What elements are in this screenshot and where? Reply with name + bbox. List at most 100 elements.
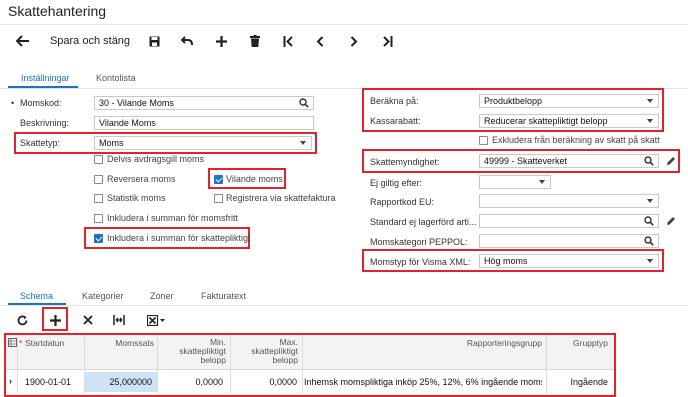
momskod-label: Momskod: [20, 98, 62, 108]
undo-icon [181, 36, 193, 46]
col-max[interactable]: Max. skattepliktigt belopp [232, 338, 298, 365]
reversera-checkbox[interactable] [94, 175, 103, 184]
statistik-checkbox[interactable] [94, 194, 103, 203]
grid-delete-button[interactable] [80, 311, 96, 329]
kassarabatt-label: Kassarabatt: [370, 116, 421, 126]
standard-label: Standard ej lagerförd arti... [370, 217, 477, 227]
statistik-label: Statistik moms [107, 193, 166, 203]
trash-icon [250, 35, 260, 47]
search-icon[interactable] [644, 236, 654, 246]
standard-field[interactable] [479, 214, 659, 228]
momskod-field[interactable]: 30 - Vilande Moms [94, 96, 314, 110]
beskrivning-field[interactable]: Vilande Moms [94, 116, 314, 130]
col-min-line3: belopp [200, 355, 226, 365]
tab-fakturatext[interactable]: Fakturatext [201, 291, 246, 301]
undo-button[interactable] [179, 32, 195, 50]
vilande-label: Vilande moms [226, 174, 283, 184]
floppy-disk-icon [149, 36, 159, 46]
excel-export-icon [147, 314, 165, 326]
skattemyndighet-label: Skattemyndighet: [370, 157, 440, 167]
search-icon[interactable] [644, 216, 654, 226]
chevron-down-icon [647, 199, 653, 203]
cell-max[interactable]: 0,0000 [231, 377, 297, 387]
inkl-fritt-checkbox[interactable] [94, 214, 103, 223]
momskod-value: 30 - Vilande Moms [99, 98, 174, 108]
inkl-fritt-label: Inkludera i summan för momsfritt [107, 213, 239, 223]
fit-columns-icon [113, 315, 125, 325]
reversera-label: Reversera moms [107, 174, 176, 184]
chevron-down-icon [647, 259, 653, 263]
previous-record-button[interactable] [312, 32, 328, 50]
cell-min[interactable]: 0,0000 [158, 377, 223, 387]
arrow-back-icon [16, 35, 29, 47]
refresh-icon [17, 315, 27, 325]
tab-kontolista[interactable]: Kontolista [96, 73, 136, 83]
back-button[interactable] [14, 32, 32, 50]
pencil-icon[interactable] [666, 156, 676, 166]
tab-kategorier[interactable]: Kategorier [82, 291, 124, 301]
col-rapporteringsgrupp[interactable]: Rapporteringsgrupp [440, 339, 542, 348]
startdatum-required: * [19, 338, 23, 348]
kassarabatt-select[interactable]: Reducerar skattepliktigt belopp [479, 114, 659, 128]
grid-settings-icon[interactable] [8, 338, 17, 347]
lower-tab-divider [0, 305, 688, 306]
tab-installningar[interactable]: Inställningar [21, 73, 70, 83]
berakna-select[interactable]: Produktbelopp [479, 94, 659, 108]
export-button[interactable] [145, 311, 169, 329]
next-record-button[interactable] [346, 32, 362, 50]
rapportkod-label: Rapportkod EU: [370, 197, 435, 207]
refresh-button[interactable] [14, 311, 30, 329]
close-icon [83, 315, 93, 325]
fit-columns-button[interactable] [111, 311, 127, 329]
col-momssats[interactable]: Momssats [109, 339, 154, 348]
cell-startdatum[interactable]: 1900-01-01 [25, 377, 71, 387]
skattemyndighet-field[interactable]: 49999 - Skatteverket [479, 154, 659, 168]
col-grupptyp[interactable]: Grupptyp [556, 339, 608, 348]
cell-grupptyp[interactable]: Ingående [548, 377, 608, 387]
delvis-checkbox[interactable] [94, 155, 103, 164]
plus-icon [49, 314, 61, 326]
cell-momssats[interactable]: 25,000000 [85, 377, 152, 387]
ej-giltig-select[interactable] [479, 175, 551, 189]
plus-icon [215, 35, 227, 47]
delete-button[interactable] [247, 32, 263, 50]
beskrivning-label: Beskrivning: [20, 118, 70, 128]
col-startdatum[interactable]: Startdatun [25, 339, 64, 348]
ej-giltig-label: Ej giltig efter: [370, 178, 423, 188]
delvis-label: Delvis avdragsgill moms [107, 154, 205, 164]
add-button[interactable] [213, 32, 229, 50]
pencil-icon[interactable] [666, 216, 676, 226]
momstyp-label: Momstyp för Visma XML: [370, 257, 471, 267]
grid-add-button[interactable] [47, 311, 63, 329]
momskod-required-marker: • [11, 98, 15, 108]
kassarabatt-value: Reducerar skattepliktigt belopp [484, 116, 608, 126]
search-icon[interactable] [644, 156, 654, 166]
tab-zoner[interactable]: Zoner [150, 291, 174, 301]
save-button[interactable] [146, 32, 162, 50]
exkludera-label: Exkludera från beräkning av skatt på ska… [492, 135, 660, 145]
page-title: Skattehantering [8, 3, 107, 19]
search-icon[interactable] [299, 98, 309, 108]
col-min[interactable]: Min. skattepliktigt belopp [160, 338, 226, 365]
chevron-down-icon [300, 141, 306, 145]
inkl-skatt-checkbox[interactable] [94, 234, 103, 243]
skattetyp-select[interactable]: Moms [94, 136, 312, 150]
save-close-button[interactable]: Spara och stäng [48, 32, 132, 50]
first-record-button[interactable] [280, 32, 296, 50]
skattetyp-value: Moms [99, 138, 124, 148]
chevron-down-icon [539, 180, 545, 184]
vilande-checkbox[interactable] [214, 175, 223, 184]
momskategori-field[interactable] [479, 234, 659, 248]
exkludera-checkbox[interactable] [479, 136, 488, 145]
skattemyndighet-value: 49999 - Skatteverket [484, 156, 568, 166]
tab-schema[interactable]: Schema [20, 291, 53, 301]
title-divider [0, 24, 688, 25]
row-selector-icon: › [9, 376, 12, 386]
skattetyp-label: Skattetyp: [20, 138, 61, 148]
momstyp-select[interactable]: Hög moms [479, 254, 659, 268]
registrera-checkbox[interactable] [214, 194, 223, 203]
last-record-button[interactable] [380, 32, 396, 50]
rapportkod-select[interactable] [479, 194, 659, 208]
cell-rapporteringsgrupp[interactable]: Inhemsk momspliktiga inköp 25%, 12%, 6% … [304, 377, 542, 387]
col-max-line3: belopp [272, 355, 298, 365]
